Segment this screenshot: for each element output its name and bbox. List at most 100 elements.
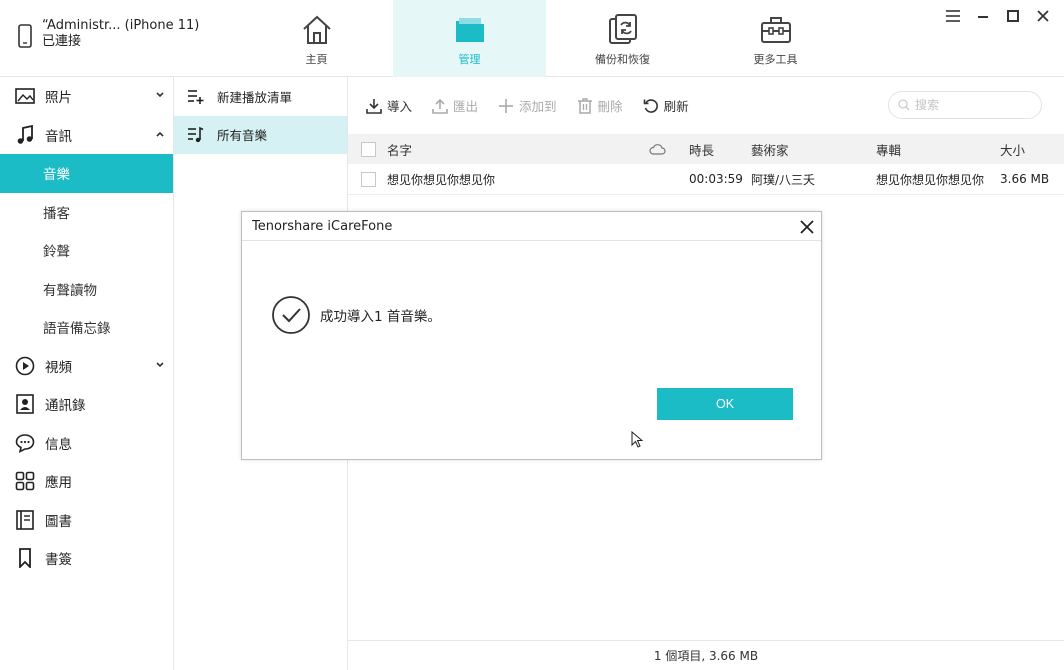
chevron-down-icon xyxy=(156,361,164,367)
backup-restore-icon xyxy=(608,14,637,44)
sidebar-item-label: 視頻 xyxy=(45,359,72,376)
refresh-button[interactable]: 刷新 xyxy=(643,96,689,115)
sidebar-item-bookmarks[interactable]: 書簽 xyxy=(0,539,173,578)
column-header-album[interactable]: 專輯 xyxy=(876,140,901,159)
ok-button[interactable]: OK xyxy=(657,388,793,420)
sidebar-item-audio[interactable]: 音訊 xyxy=(0,116,173,155)
dialog-message: 成功導入1 首音樂。 xyxy=(320,309,441,325)
nav-manage[interactable]: 管理 xyxy=(393,0,546,77)
sidebar-item-video[interactable]: 視頻 xyxy=(0,347,173,386)
menu-button[interactable] xyxy=(938,6,968,26)
dialog-close-button[interactable] xyxy=(798,218,815,235)
music-list-icon xyxy=(188,126,204,143)
cell-name: 想见你想见你想见你 xyxy=(387,172,496,187)
search-box[interactable] xyxy=(888,91,1042,119)
nav-home-label: 主頁 xyxy=(305,53,328,66)
column-header-artist[interactable]: 藝術家 xyxy=(751,140,789,159)
new-playlist-button[interactable]: 新建播放清單 xyxy=(174,77,347,116)
delete-button[interactable]: 刪除 xyxy=(577,96,623,115)
import-label: 導入 xyxy=(387,99,413,114)
status-bar: 1 個項目, 3.66 MB xyxy=(348,640,1064,670)
photo-icon xyxy=(14,85,36,107)
sidebar-item-apps[interactable]: 應用 xyxy=(0,462,173,501)
minimize-icon xyxy=(978,16,988,18)
book-icon xyxy=(14,509,36,531)
table-header: 名字 時長 藝術家 專輯 大小 xyxy=(348,134,1064,164)
close-icon xyxy=(799,219,814,234)
add-to-button[interactable]: 添加到 xyxy=(498,96,557,115)
dialog-title: Tenorshare iCareFone xyxy=(252,218,393,234)
plus-icon xyxy=(499,98,514,113)
main-nav: 主頁 管理 備份和恢復 更多工具 xyxy=(240,0,852,77)
chevron-down-icon xyxy=(156,92,164,98)
upload-icon xyxy=(432,98,448,114)
minimize-button[interactable] xyxy=(968,6,998,26)
sidebar-item-voice-memos[interactable]: 語音備忘錄 xyxy=(0,308,173,347)
sidebar-item-label: 圖書 xyxy=(45,513,72,530)
contact-icon xyxy=(14,393,36,415)
export-button[interactable]: 匯出 xyxy=(432,96,478,115)
home-icon xyxy=(302,15,331,44)
play-circle-icon xyxy=(14,355,36,377)
sidebar-item-label: 信息 xyxy=(45,436,72,453)
maximize-icon xyxy=(1007,10,1019,22)
sidebar-item-audiobooks[interactable]: 有聲讀物 xyxy=(0,270,173,309)
maximize-button[interactable] xyxy=(998,6,1028,26)
search-icon xyxy=(898,99,910,111)
toolbox-icon xyxy=(760,17,791,43)
top-bar: “Administr... (iPhone 11) 已連接 主頁 管理 備份和恢… xyxy=(0,0,1064,77)
playlist-all-music-label: 所有音樂 xyxy=(217,128,268,144)
nav-more-tools[interactable]: 更多工具 xyxy=(699,0,852,77)
column-header-duration[interactable]: 時長 xyxy=(689,140,714,159)
nav-backup-restore[interactable]: 備份和恢復 xyxy=(546,0,699,77)
dialog-body: 成功導入1 首音樂。 xyxy=(271,295,441,335)
sidebar-item-podcasts[interactable]: 播客 xyxy=(0,193,173,232)
sidebar-item-photos[interactable]: 照片 xyxy=(0,77,173,116)
window-controls xyxy=(938,6,1058,26)
sidebar-item-label: 通訊錄 xyxy=(45,398,86,415)
toolbar: 導入 匯出 添加到 刪除 刷新 xyxy=(348,77,1064,134)
table-row[interactable]: 想见你想见你想见你 00:03:59 阿璞/八三夭 想见你想见你想见你 3.66… xyxy=(348,164,1064,195)
cell-artist: 阿璞/八三夭 xyxy=(751,172,816,187)
apps-grid-icon xyxy=(14,470,36,492)
sidebar-item-music[interactable]: 音樂 xyxy=(0,154,173,193)
device-name: “Administr... (iPhone 11) xyxy=(42,18,200,33)
cloud-icon xyxy=(649,144,666,155)
nav-home[interactable]: 主頁 xyxy=(240,0,393,77)
sidebar-item-messages[interactable]: 信息 xyxy=(0,424,173,463)
trash-icon xyxy=(577,97,592,114)
sidebar: 照片 音訊 音樂 播客 鈴聲 有聲讀物 語音備忘錄 視頻 通訊錄 信息 應用 圖… xyxy=(0,77,174,670)
cell-size: 3.66 MB xyxy=(1000,172,1050,186)
add-to-label: 添加到 xyxy=(519,99,557,114)
column-header-size[interactable]: 大小 xyxy=(1000,140,1025,159)
mouse-cursor-icon xyxy=(631,431,643,448)
download-icon xyxy=(366,98,382,114)
device-info: “Administr... (iPhone 11) 已連接 xyxy=(18,18,199,50)
cell-duration: 00:03:59 xyxy=(689,172,743,186)
delete-label: 刪除 xyxy=(597,99,623,114)
chat-bubble-icon xyxy=(14,432,36,454)
menu-icon xyxy=(946,10,960,22)
new-playlist-label: 新建播放清單 xyxy=(217,89,293,105)
column-header-name[interactable]: 名字 xyxy=(387,140,412,159)
sidebar-item-label: 照片 xyxy=(45,90,72,107)
playlist-all-music[interactable]: 所有音樂 xyxy=(174,115,347,154)
device-status: 已連接 xyxy=(42,34,82,49)
cell-album: 想见你想见你想见你 xyxy=(876,172,985,187)
check-circle-icon xyxy=(272,296,310,334)
folder-icon xyxy=(455,18,484,42)
close-window-button[interactable] xyxy=(1028,6,1058,26)
select-all-checkbox[interactable] xyxy=(361,141,376,157)
music-note-icon xyxy=(14,124,36,146)
close-icon xyxy=(1037,10,1049,22)
phone-icon xyxy=(18,24,32,48)
sidebar-item-books[interactable]: 圖書 xyxy=(0,501,173,540)
refresh-label: 刷新 xyxy=(663,99,689,114)
row-checkbox[interactable] xyxy=(361,171,376,187)
sidebar-item-contacts[interactable]: 通訊錄 xyxy=(0,385,173,424)
search-input[interactable] xyxy=(915,98,1025,112)
export-label: 匯出 xyxy=(453,99,479,114)
sidebar-item-ringtones[interactable]: 鈴聲 xyxy=(0,231,173,270)
import-button[interactable]: 導入 xyxy=(366,96,412,115)
sidebar-item-label: 音訊 xyxy=(45,128,72,145)
